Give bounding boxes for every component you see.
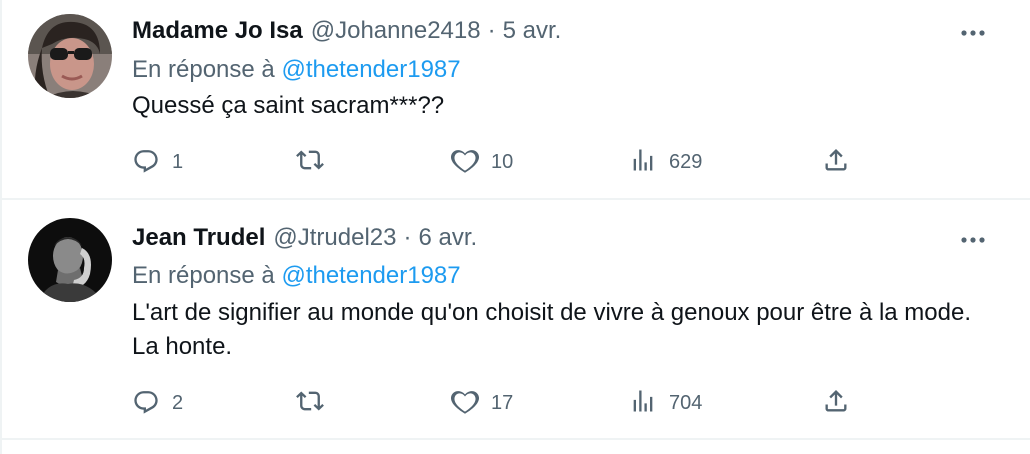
views-button[interactable]: 629 — [629, 145, 702, 179]
separator-dot: · — [487, 17, 496, 44]
reply-icon — [132, 146, 160, 179]
views-icon — [629, 146, 657, 179]
display-name[interactable]: Jean Trudel — [132, 224, 265, 252]
heart-icon — [450, 387, 480, 420]
views-count: 629 — [669, 150, 703, 173]
heart-icon — [450, 146, 480, 179]
tweet-date[interactable]: 6 avr. — [418, 224, 477, 252]
timeline: Madame Jo Isa @Johanne2418 · 5 avr. En r… — [0, 0, 1030, 454]
tweet[interactable]: Madame Jo Isa @Johanne2418 · 5 avr. En r… — [0, 0, 1030, 200]
reply-button[interactable]: 1 — [132, 145, 183, 179]
like-count: 17 — [491, 391, 514, 414]
user-handle[interactable]: @Johanne2418 — [311, 17, 481, 45]
more-icon — [960, 24, 986, 42]
like-count: 10 — [491, 150, 514, 173]
views-icon — [629, 387, 657, 420]
more-button[interactable] — [958, 225, 988, 255]
reply-mention-link[interactable]: @thetender1987 — [281, 56, 460, 83]
reply-button[interactable]: 2 — [132, 386, 183, 420]
avatar[interactable] — [28, 218, 112, 302]
reply-context: En réponse à @thetender1987 — [132, 56, 461, 84]
like-button[interactable]: 10 — [450, 145, 514, 179]
reply-mention-link[interactable]: @thetender1987 — [281, 262, 460, 289]
action-bar: 1 10 629 — [132, 145, 872, 179]
views-button[interactable]: 704 — [629, 386, 702, 420]
share-icon — [822, 146, 850, 179]
tweet-date[interactable]: 5 avr. — [503, 17, 562, 45]
reply-count: 2 — [172, 391, 184, 414]
more-button[interactable] — [958, 18, 988, 48]
reply-prefix: En réponse à — [132, 56, 275, 83]
tweet-header: Jean Trudel @Jtrudel23 · 6 avr. — [132, 223, 477, 253]
tweet[interactable]: Jean Trudel @Jtrudel23 · 6 avr. En répon… — [0, 200, 1030, 440]
share-button[interactable] — [822, 145, 850, 179]
retweet-button[interactable] — [296, 386, 336, 420]
reply-prefix: En réponse à — [132, 262, 275, 289]
retweet-button[interactable] — [296, 145, 336, 179]
separator-dot: · — [403, 224, 412, 251]
tweet-divider — [0, 438, 1030, 440]
reply-count: 1 — [172, 150, 184, 173]
reply-context: En réponse à @thetender1987 — [132, 262, 461, 290]
share-icon — [822, 387, 850, 420]
share-button[interactable] — [822, 386, 850, 420]
reply-icon — [132, 387, 160, 420]
tweet-text: L'art de signifier au monde qu'on choisi… — [132, 299, 972, 360]
retweet-icon — [296, 146, 324, 179]
action-bar: 2 17 704 — [132, 386, 872, 420]
avatar[interactable] — [28, 14, 112, 98]
user-handle[interactable]: @Jtrudel23 — [273, 224, 396, 252]
like-button[interactable]: 17 — [450, 386, 514, 420]
views-count: 704 — [669, 391, 703, 414]
retweet-icon — [296, 387, 324, 420]
display-name[interactable]: Madame Jo Isa — [132, 17, 303, 45]
more-icon — [960, 231, 986, 249]
tweet-text: Quessé ça saint sacram***?? — [132, 92, 445, 119]
tweet-header: Madame Jo Isa @Johanne2418 · 5 avr. — [132, 16, 561, 46]
